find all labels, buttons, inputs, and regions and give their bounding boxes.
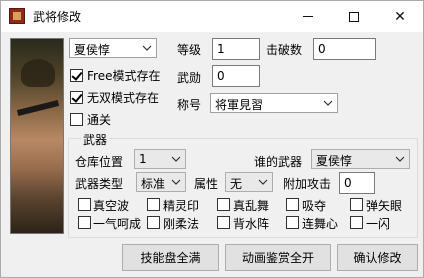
chevron-down-icon [171, 156, 181, 162]
rank-title-value: 将軍見習 [215, 98, 264, 112]
officer-select-value: 夏侯惇 [74, 43, 111, 57]
skill-checkbox[interactable] [147, 198, 160, 211]
merit-value: 0 [217, 69, 225, 83]
attribute-label: 属性 [194, 177, 219, 191]
defeat-count-value: 0 [318, 42, 326, 56]
chevron-down-icon [171, 179, 181, 185]
skill-checkbox[interactable] [147, 216, 160, 229]
skill-checkbox[interactable] [78, 198, 91, 211]
game-clear-label: 通关 [87, 113, 112, 127]
skill-label: 刚柔法 [163, 217, 200, 231]
skill-checkbox[interactable] [350, 198, 363, 211]
rank-title-select[interactable]: 将軍見習 [210, 93, 338, 113]
skill-label: 吸夺 [302, 199, 327, 213]
skill-label: 连舞心 [302, 217, 339, 231]
musou-mode-checkbox[interactable] [70, 91, 83, 104]
window-title: 武将修改 [33, 10, 82, 24]
skill-checkbox[interactable] [78, 216, 91, 229]
skill-checkbox[interactable] [350, 216, 363, 229]
attribute-value: 无 [230, 177, 243, 191]
minimize-icon [303, 16, 313, 17]
app-icon [9, 8, 25, 24]
chevron-down-icon [142, 45, 152, 51]
skill-checkbox[interactable] [286, 198, 299, 211]
skill-checkbox[interactable] [217, 216, 230, 229]
skill-label: 一气呵成 [93, 217, 142, 231]
bonus-attack-input[interactable]: 0 [339, 172, 375, 194]
musou-mode-label: 无双模式存在 [87, 91, 160, 105]
weapon-group-title: 武器 [81, 131, 110, 148]
confirm-changes-button[interactable]: 确认修改 [337, 244, 418, 271]
free-mode-label: Free模式存在 [87, 69, 161, 83]
weapon-owner-label: 谁的武器 [254, 155, 303, 169]
game-clear-checkbox[interactable] [70, 113, 83, 126]
skill-label: 精灵印 [163, 199, 200, 213]
chevron-down-icon [258, 179, 268, 185]
weapon-owner-value: 夏侯惇 [316, 154, 353, 168]
maximize-button[interactable] [331, 1, 377, 32]
officer-portrait [10, 38, 64, 234]
storage-slot-value: 1 [139, 152, 147, 166]
minimize-button[interactable] [285, 1, 331, 32]
free-mode-checkbox[interactable] [70, 69, 83, 82]
defeat-count-input[interactable]: 0 [313, 38, 376, 60]
weapon-owner-select[interactable]: 夏侯惇 [311, 149, 410, 169]
fill-skill-board-button[interactable]: 技能盘全满 [122, 244, 219, 271]
merit-input[interactable]: 0 [212, 65, 260, 87]
close-icon: ✕ [394, 8, 406, 25]
skill-label: 真空波 [93, 199, 130, 213]
defeat-count-label: 击破数 [266, 43, 303, 57]
edit-officer-window: 武将修改 ✕ 夏侯惇 等级 1 击破数 0 Free模式存在 武勋 0 无双模式… [0, 0, 424, 278]
title-bar: 武将修改 ✕ [1, 1, 423, 32]
level-input[interactable]: 1 [212, 38, 260, 60]
bonus-attack-label: 附加攻击 [283, 177, 332, 191]
skill-label: 一闪 [366, 217, 391, 231]
skill-checkbox[interactable] [286, 216, 299, 229]
skill-checkbox[interactable] [217, 198, 230, 211]
rank-title-label: 称号 [177, 98, 202, 112]
maximize-icon [349, 11, 359, 22]
skill-label: 真乱舞 [233, 199, 270, 213]
level-label: 等级 [177, 43, 202, 57]
merit-label: 武勋 [177, 71, 202, 85]
close-button[interactable]: ✕ [377, 1, 423, 32]
officer-select[interactable]: 夏侯惇 [69, 38, 157, 58]
unlock-all-movies-button[interactable]: 动画鉴赏全开 [225, 244, 331, 271]
level-value: 1 [217, 42, 225, 56]
attribute-select[interactable]: 无 [225, 172, 273, 192]
chevron-down-icon [323, 100, 333, 106]
storage-slot-label: 仓库位置 [75, 155, 124, 169]
bonus-attack-value: 0 [344, 176, 352, 190]
chevron-down-icon [395, 156, 405, 162]
skill-label: 弹矢眼 [366, 199, 403, 213]
weapon-type-value: 标准 [141, 177, 166, 191]
skill-label: 背水阵 [233, 217, 270, 231]
weapon-type-label: 武器类型 [75, 177, 124, 191]
storage-slot-select[interactable]: 1 [134, 149, 186, 169]
weapon-type-select[interactable]: 标准 [136, 172, 186, 192]
